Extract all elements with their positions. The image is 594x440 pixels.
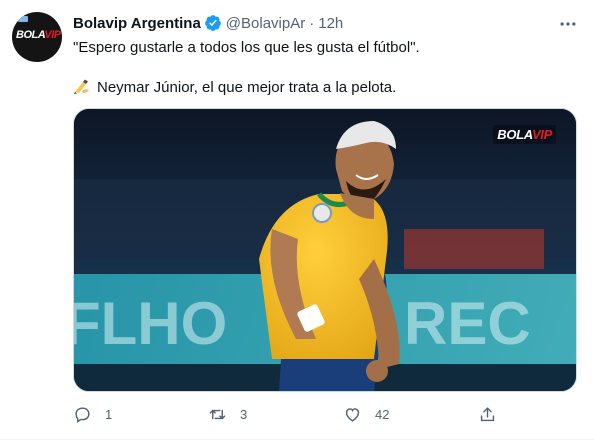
reply-button[interactable]: 1 <box>73 400 112 428</box>
tweet-text: "Espero gustarle a todos los que les gus… <box>73 38 573 118</box>
tweet-header: Bolavip Argentina @BolavipAr · 12h <box>73 12 343 34</box>
reply-count: 1 <box>105 406 113 422</box>
verified-badge-icon <box>204 14 222 32</box>
retweet-button[interactable]: 3 <box>208 400 247 428</box>
neymar-photo: FLHO REC <box>74 109 576 391</box>
author-handle[interactable]: @BolavipAr <box>226 15 305 32</box>
tweet-card[interactable]: BOLAVIP Bolavip Argentina @BolavipAr · 1… <box>0 0 594 440</box>
tweet-line-quote: "Espero gustarle a todos los que les gus… <box>73 39 420 56</box>
avatar[interactable]: BOLAVIP <box>12 12 62 62</box>
svg-text:FLHO: FLHO <box>74 290 227 357</box>
separator-dot: · <box>309 14 315 32</box>
logo-accent: VIP <box>44 29 61 41</box>
like-button[interactable]: 42 <box>343 400 389 428</box>
media-watermark: BOLAVIP <box>493 125 556 144</box>
svg-text:REC: REC <box>404 290 531 357</box>
logo-accent: VIP <box>531 127 552 142</box>
retweet-count: 3 <box>240 406 248 422</box>
argentina-flag-icon <box>18 16 28 22</box>
tweet-line-caption-text: Neymar Júnior, el que mejor trata a la p… <box>97 79 397 96</box>
like-count: 42 <box>375 406 390 422</box>
author-name[interactable]: Bolavip Argentina <box>73 15 201 32</box>
share-button[interactable] <box>478 400 497 428</box>
share-icon <box>480 406 495 421</box>
tweet-actions: 1 3 42 <box>73 400 503 428</box>
tweet-media-photo[interactable]: FLHO REC BOLAVIP <box>73 108 577 392</box>
retweet-icon <box>209 409 226 419</box>
tweet-line-caption: Neymar Júnior, el que mejor trata a la p… <box>73 78 573 98</box>
more-options-icon[interactable] <box>558 14 578 34</box>
reply-icon <box>75 406 90 423</box>
avatar-logo-text: BOLAVIP <box>16 29 61 41</box>
timestamp[interactable]: 12h <box>318 15 343 32</box>
media-watermark-text: BOLAVIP <box>497 127 552 142</box>
avatar-logo: BOLAVIP <box>16 29 61 41</box>
heart-icon <box>345 407 360 422</box>
writing-hand-icon <box>73 78 91 94</box>
